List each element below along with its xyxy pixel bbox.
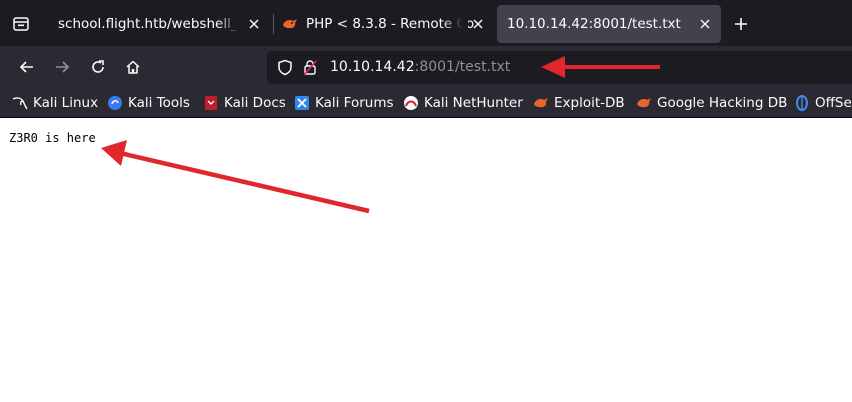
- tab-webshell[interactable]: school.flight.htb/webshell_re: [48, 5, 270, 43]
- url-text: 10.10.14.42:8001/test.txt: [330, 59, 510, 75]
- tab-separator: [273, 14, 274, 34]
- bookmark-label: Google Hacking DB: [657, 95, 788, 111]
- bookmark-kali-linux[interactable]: Kali Linux: [12, 93, 98, 113]
- close-icon: [473, 19, 483, 29]
- kali-tools-icon: [107, 95, 123, 111]
- exploit-db-icon: [636, 95, 652, 111]
- bookmark-label: OffSec: [815, 95, 852, 111]
- home-icon: [126, 60, 140, 74]
- bookmark-label: Kali Docs: [224, 95, 286, 111]
- kali-dragon-icon: [12, 95, 28, 111]
- url-host: 10.10.14.42: [330, 59, 415, 75]
- close-icon: [249, 19, 259, 29]
- reload-icon: [92, 60, 104, 73]
- bookmark-kali-nethunter[interactable]: Kali NetHunter: [403, 93, 523, 113]
- arrow-left-icon: [19, 61, 33, 73]
- bookmark-google-hacking-db[interactable]: Google Hacking DB: [636, 93, 787, 113]
- close-tab-button[interactable]: [246, 16, 262, 32]
- arrow-right-icon: [56, 61, 70, 73]
- firefox-view-button[interactable]: [8, 11, 34, 37]
- bookmark-kali-tools[interactable]: Kali Tools: [107, 93, 190, 113]
- new-tab-button[interactable]: [731, 14, 751, 34]
- tab-strip: school.flight.htb/webshell_re PHP < 8.3.…: [0, 0, 852, 46]
- kali-docs-icon: [203, 95, 219, 111]
- url-path: :8001/test.txt: [414, 59, 511, 75]
- tab-php-exploit[interactable]: PHP < 8.3.8 - Remote Coc: [276, 5, 494, 43]
- kali-forums-icon: [294, 95, 310, 111]
- reload-button[interactable]: [87, 56, 109, 78]
- navigation-toolbar: 10.10.14.42:8001/test.txt: [0, 46, 852, 89]
- bookmark-kali-forums[interactable]: Kali Forums: [294, 93, 394, 113]
- bookmark-offsec[interactable]: OffSec: [794, 93, 852, 113]
- insecure-lock-icon[interactable]: [303, 59, 317, 80]
- bookmark-label: Kali Forums: [315, 95, 394, 111]
- shield-icon[interactable]: [277, 59, 293, 80]
- close-tab-button[interactable]: [697, 16, 713, 32]
- bookmark-label: Exploit-DB: [554, 95, 625, 111]
- nethunter-icon: [403, 95, 419, 111]
- home-button[interactable]: [122, 56, 144, 78]
- offsec-icon: [794, 95, 810, 111]
- back-button[interactable]: [16, 56, 38, 78]
- tab-title: 10.10.14.42:8001/test.txt: [507, 16, 681, 32]
- page-content: Z3R0 is here: [0, 119, 852, 402]
- forward-button[interactable]: [51, 56, 73, 78]
- close-tab-button[interactable]: [470, 16, 486, 32]
- address-bar[interactable]: 10.10.14.42:8001/test.txt: [267, 51, 852, 84]
- close-icon: [700, 19, 710, 29]
- bookmarks-toolbar: Kali Linux Kali Tools Kali Docs Kali For…: [0, 89, 852, 118]
- bookmark-label: Kali Linux: [33, 95, 99, 111]
- firefox-view-icon: [13, 17, 29, 31]
- exploit-db-icon: [282, 16, 298, 32]
- tab-test-txt[interactable]: 10.10.14.42:8001/test.txt: [497, 5, 721, 43]
- tab-title: school.flight.htb/webshell_re: [58, 16, 242, 32]
- bookmark-exploit-db[interactable]: Exploit-DB: [533, 93, 625, 113]
- bookmark-label: Kali Tools: [128, 95, 190, 111]
- plain-text-body: Z3R0 is here: [9, 131, 96, 145]
- bookmark-label: Kali NetHunter: [424, 95, 523, 111]
- exploit-db-icon: [533, 95, 549, 111]
- plus-icon: [735, 18, 747, 30]
- bookmark-kali-docs[interactable]: Kali Docs: [203, 93, 286, 113]
